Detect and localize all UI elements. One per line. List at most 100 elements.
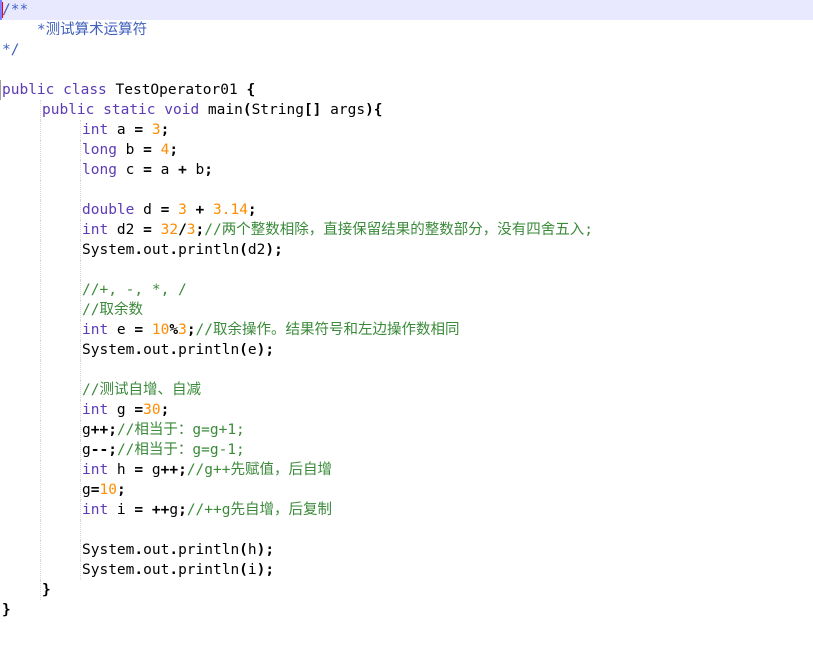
code-token: ( [239, 562, 248, 578]
indent-guide [40, 560, 41, 580]
code-token: println [178, 542, 240, 558]
code-token: 3 [151, 122, 161, 138]
code-line[interactable]: int g =30; [2, 400, 813, 420]
code-token: //测试自增、自减 [82, 382, 201, 398]
indent-guide [80, 280, 81, 300]
code-line-content: //取余数 [82, 300, 143, 320]
indent-guide [40, 200, 41, 220]
code-token: { [246, 82, 256, 98]
code-line[interactable]: System.out.println(i); [2, 560, 813, 580]
code-line[interactable]: int h = g++;//g++先赋值，后自增 [2, 460, 813, 480]
code-token: = [143, 222, 152, 238]
code-token: = [134, 502, 144, 518]
code-line[interactable] [2, 520, 813, 540]
code-token: double [82, 202, 135, 218]
code-line[interactable] [2, 60, 813, 80]
code-line[interactable]: public static void main(String[] args){ [2, 100, 813, 120]
indent-guide [40, 540, 41, 560]
code-line[interactable]: } [2, 600, 813, 620]
code-line-content: long c = a + b; [82, 160, 213, 180]
code-token: int [82, 322, 109, 338]
code-line[interactable]: System.out.println(h); [2, 540, 813, 560]
indent-guide [80, 220, 81, 240]
code-line[interactable]: long c = a + b; [2, 160, 813, 180]
code-token: . [169, 542, 179, 558]
code-line[interactable] [2, 180, 813, 200]
code-token: ; [160, 122, 170, 138]
indent-guide [40, 500, 41, 520]
indent-guide [80, 120, 81, 140]
code-line[interactable]: public class TestOperator01 { [2, 80, 813, 100]
code-line[interactable]: g=10; [2, 480, 813, 500]
indent-guide [40, 140, 41, 160]
code-line-content: //+, -, *, / [82, 280, 187, 300]
code-line[interactable]: } [2, 580, 813, 600]
code-line[interactable]: System.out.println(d2); [2, 240, 813, 260]
indent-guide [80, 380, 81, 400]
code-line[interactable] [2, 360, 813, 380]
code-token: ); [265, 242, 283, 258]
code-line[interactable]: //+, -, *, / [2, 280, 813, 300]
code-token: e [108, 322, 135, 338]
code-line[interactable] [2, 260, 813, 280]
code-token: i [108, 502, 135, 518]
code-token: ; [169, 142, 179, 158]
code-line[interactable]: int i = ++g;//++g先自增，后复制 [2, 500, 813, 520]
code-token: ; [204, 162, 213, 178]
code-line-content: /** [2, 0, 28, 20]
code-line[interactable]: *测试算术运算符 [2, 20, 813, 40]
code-area[interactable]: /** *测试算术运算符 */ public class TestOperator0… [2, 0, 813, 620]
indent-guide [40, 340, 41, 360]
code-token: out [143, 242, 170, 258]
code-token: println [178, 562, 240, 578]
code-token: //取余操作。结果符号和左边操作数相同 [195, 322, 460, 338]
code-token: % [169, 322, 179, 338]
code-token: int [82, 222, 109, 238]
code-token: ( [239, 242, 248, 258]
code-line-content: } [42, 580, 51, 600]
code-token: = [143, 162, 152, 178]
code-token: g [143, 462, 161, 478]
code-token: System [82, 242, 135, 258]
code-token: ++; [90, 422, 117, 438]
indent-guide [40, 440, 41, 460]
code-token: int [82, 502, 109, 518]
code-line[interactable]: //取余数 [2, 300, 813, 320]
code-token: ++; [160, 462, 187, 478]
code-token: ( [239, 542, 248, 558]
indent-guide [80, 180, 81, 200]
code-line[interactable]: //测试自增、自减 [2, 380, 813, 400]
code-line[interactable]: int d2 = 32/3;//两个整数相除，直接保留结果的整数部分，没有四舍五… [2, 220, 813, 240]
code-line[interactable]: g++;//相当于：g=g+1; [2, 420, 813, 440]
indent-guide [80, 200, 81, 220]
code-token: = [134, 462, 144, 478]
code-line[interactable]: /** [2, 0, 813, 20]
code-line[interactable]: int e = 10%3;//取余操作。结果符号和左边操作数相同 [2, 320, 813, 340]
indent-guide [40, 460, 41, 480]
code-token: int [82, 462, 109, 478]
code-token: System [82, 562, 135, 578]
code-token: int [82, 402, 109, 418]
code-token: = [134, 122, 144, 138]
code-line[interactable]: double d = 3 + 3.14; [2, 200, 813, 220]
code-line[interactable]: */ [2, 40, 813, 60]
code-token: ); [256, 562, 275, 578]
code-token: } [42, 582, 51, 598]
indent-guide [40, 580, 41, 600]
code-line-content: System.out.println(e); [82, 340, 274, 360]
code-editor[interactable]: /** *测试算术运算符 */ public class TestOperator0… [0, 0, 813, 645]
code-token: println [178, 242, 240, 258]
code-line[interactable]: g--;//相当于：g=g-1; [2, 440, 813, 460]
code-token: class [63, 82, 107, 98]
indent-guide [40, 380, 41, 400]
code-line[interactable]: long b = 4; [2, 140, 813, 160]
code-line[interactable]: System.out.println(e); [2, 340, 813, 360]
indent-guide [80, 520, 81, 540]
code-token: 3 [178, 202, 187, 218]
code-line[interactable]: int a = 3; [2, 120, 813, 140]
code-token: [] [303, 102, 322, 118]
